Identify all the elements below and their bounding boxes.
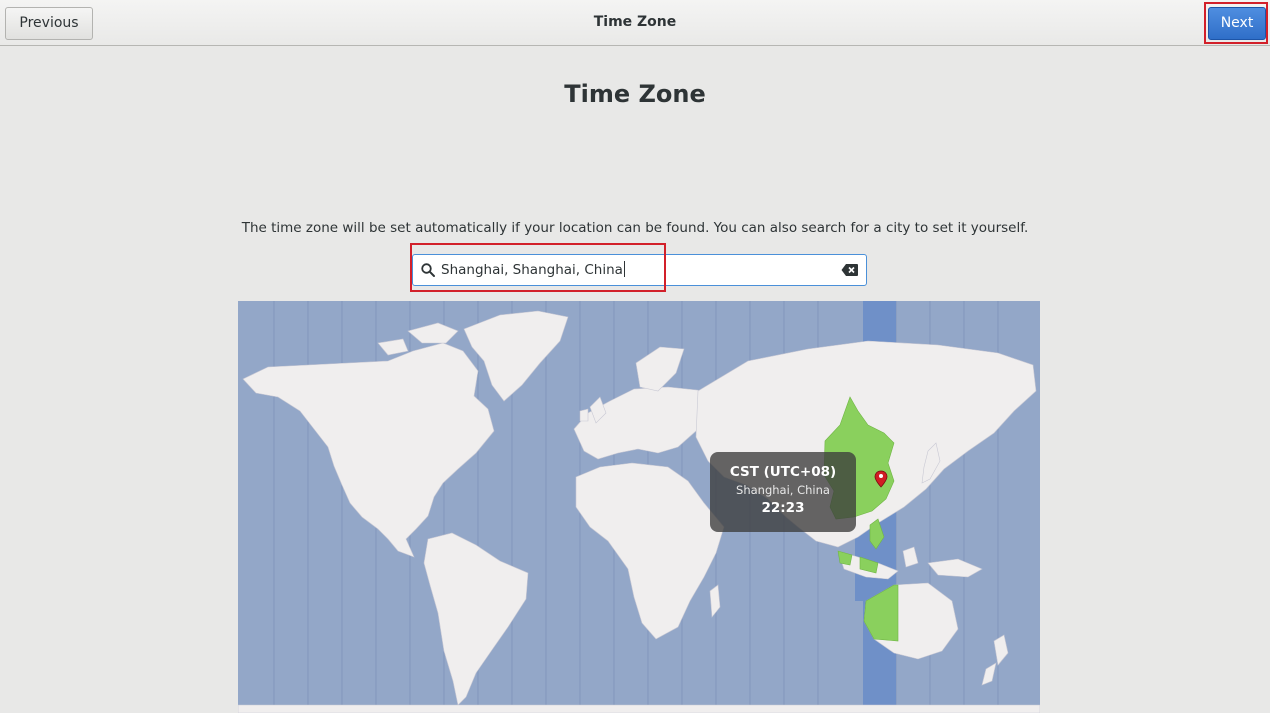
search-icon (421, 263, 435, 277)
local-time-label: 22:23 (761, 500, 805, 516)
city-label: Shanghai, China (736, 483, 830, 497)
search-input[interactable]: Shanghai, Shanghai, China (412, 254, 867, 286)
timezone-tooltip: CST (UTC+08) Shanghai, China 22:23 (710, 452, 856, 532)
page-title: Time Zone (564, 80, 706, 108)
timezone-label: CST (UTC+08) (729, 464, 837, 480)
timezone-map[interactable] (238, 301, 1040, 713)
header-title: Time Zone (593, 14, 677, 30)
clear-icon[interactable] (841, 263, 859, 277)
next-button[interactable]: Next (1208, 7, 1266, 40)
search-input-value: Shanghai, Shanghai, China (441, 261, 625, 278)
page-description: The time zone will be set automatically … (241, 220, 1029, 236)
header-bar: Previous Time Zone Next (0, 0, 1270, 46)
